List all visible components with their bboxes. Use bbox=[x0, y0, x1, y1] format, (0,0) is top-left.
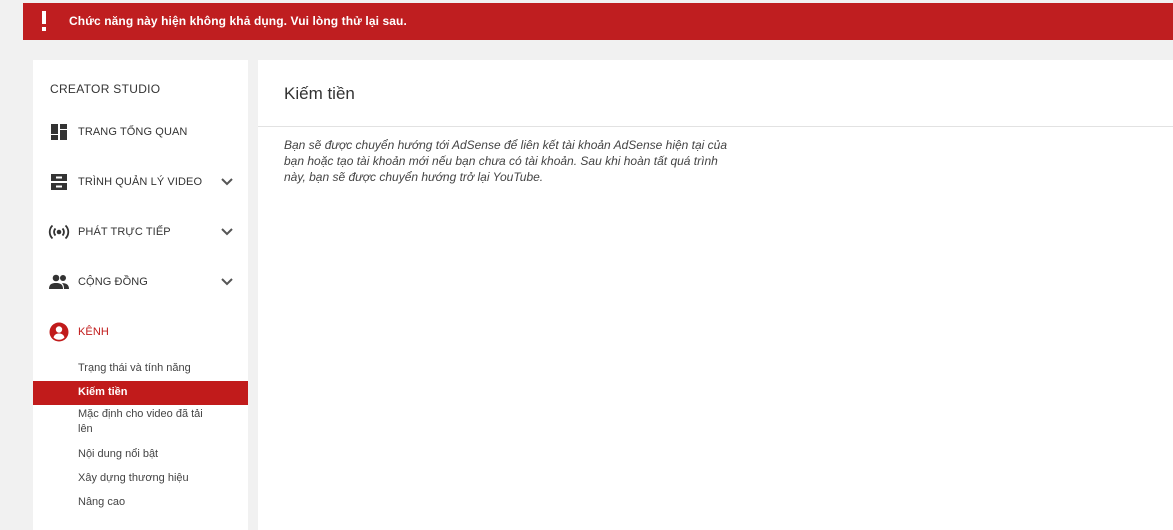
creator-studio-title: CREATOR STUDIO bbox=[50, 82, 161, 96]
sidebar-subitem-featured-content[interactable]: Nội dung nổi bật bbox=[33, 444, 248, 466]
sidebar-subitem-label: Nội dung nổi bật bbox=[78, 448, 159, 460]
chevron-down-icon[interactable] bbox=[220, 226, 234, 238]
sidebar-item-label: CỘNG ĐỒNG bbox=[78, 276, 148, 288]
sidebar-item-label: KÊNH bbox=[78, 326, 109, 338]
adsense-description: Bạn sẽ được chuyển hướng tới AdSense để … bbox=[284, 138, 728, 184]
sidebar-item-live-streaming[interactable]: PHÁT TRỰC TIẾP bbox=[33, 217, 248, 247]
sidebar-item-channel[interactable]: KÊNH bbox=[33, 317, 248, 347]
sidebar-subitem-label: Trạng thái và tính năng bbox=[78, 362, 191, 374]
community-icon bbox=[48, 272, 70, 292]
sidebar-subitem-label: Nâng cao bbox=[78, 496, 126, 508]
channel-icon bbox=[48, 322, 70, 342]
sidebar-subitem-advanced[interactable]: Nâng cao bbox=[33, 492, 248, 514]
main-content: Kiếm tiền Bạn sẽ được chuyển hướng tới A… bbox=[258, 60, 1173, 530]
sidebar-subitem-upload-defaults[interactable]: Mặc định cho video đã tải lên bbox=[33, 405, 248, 439]
divider bbox=[258, 126, 1173, 127]
sidebar-subitem-branding[interactable]: Xây dựng thương hiệu bbox=[33, 468, 248, 490]
live-stream-icon bbox=[48, 222, 70, 242]
page-title: Kiếm tiền bbox=[284, 84, 355, 103]
sidebar: CREATOR STUDIO TRANG TỔNG QUAN TRÌNH QUẢ… bbox=[33, 60, 248, 530]
video-manager-icon bbox=[48, 172, 70, 192]
chevron-down-icon[interactable] bbox=[220, 176, 234, 188]
sidebar-item-label: TRÌNH QUẢN LÝ VIDEO bbox=[78, 176, 203, 188]
sidebar-item-label: PHÁT TRỰC TIẾP bbox=[78, 226, 171, 238]
error-banner: Chức năng này hiện không khả dụng. Vui l… bbox=[23, 3, 1173, 40]
sidebar-subitem-label: Kiếm tiền bbox=[78, 386, 128, 398]
exclamation-icon bbox=[42, 11, 46, 31]
sidebar-item-video-manager[interactable]: TRÌNH QUẢN LÝ VIDEO bbox=[33, 167, 248, 197]
sidebar-item-community[interactable]: CỘNG ĐỒNG bbox=[33, 267, 248, 297]
dashboard-icon bbox=[48, 122, 70, 142]
sidebar-subitem-label: Mặc định cho video đã tải lên bbox=[78, 408, 203, 435]
sidebar-item-label: TRANG TỔNG QUAN bbox=[78, 126, 188, 138]
sidebar-subitem-label: Xây dựng thương hiệu bbox=[78, 472, 189, 484]
sidebar-item-dashboard[interactable]: TRANG TỔNG QUAN bbox=[33, 117, 248, 147]
error-message: Chức năng này hiện không khả dụng. Vui l… bbox=[69, 14, 407, 28]
chevron-down-icon[interactable] bbox=[220, 276, 234, 288]
sidebar-subitem-status-features[interactable]: Trạng thái và tính năng bbox=[33, 358, 248, 380]
sidebar-subitem-monetization[interactable]: Kiếm tiền bbox=[33, 381, 248, 405]
